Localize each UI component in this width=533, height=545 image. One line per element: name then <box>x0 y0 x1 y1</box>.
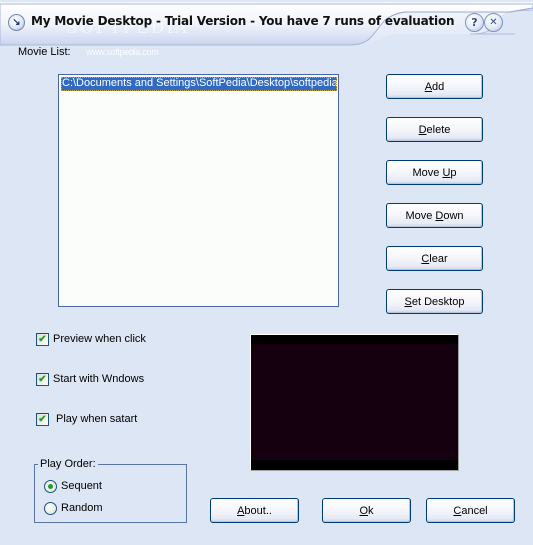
add-button[interactable]: Add <box>386 74 483 99</box>
sequent-radio[interactable] <box>44 480 57 493</box>
random-label[interactable]: Random <box>61 502 103 514</box>
video-preview[interactable] <box>250 334 459 471</box>
question-icon: ? <box>471 16 478 29</box>
play-order-group <box>34 464 187 523</box>
check-icon: ✔ <box>38 414 47 425</box>
move-down-button[interactable]: Move Down <box>386 203 483 228</box>
start-with-windows-checkbox[interactable]: ✔ <box>36 373 49 386</box>
about-button[interactable]: About.. <box>210 498 299 523</box>
random-radio[interactable] <box>44 502 57 515</box>
arrow-icon: ↘ <box>12 17 21 28</box>
start-with-windows-label[interactable]: Start with Wndows <box>53 373 144 385</box>
help-button[interactable]: ? <box>465 13 484 32</box>
list-item[interactable]: C:\Documents and Settings\SoftPedia\Desk… <box>61 77 337 91</box>
set-desktop-button[interactable]: Set Desktop <box>386 289 483 314</box>
delete-button[interactable]: Delete <box>386 117 483 142</box>
radio-dot-icon <box>48 484 53 489</box>
move-up-button[interactable]: Move Up <box>386 160 483 185</box>
clear-button[interactable]: Clear <box>386 246 483 271</box>
play-when-start-label[interactable]: Play when satart <box>56 413 137 425</box>
watermark-url: www.softpedia.com <box>86 47 159 57</box>
check-icon: ✔ <box>38 334 47 345</box>
play-when-start-checkbox[interactable]: ✔ <box>36 413 49 426</box>
close-icon: ✕ <box>489 17 498 28</box>
sequent-label[interactable]: Sequent <box>61 480 102 492</box>
preview-when-click-label[interactable]: Preview when click <box>53 333 146 345</box>
window-title: My Movie Desktop - Trial Version - You h… <box>31 14 455 28</box>
movie-listbox[interactable]: C:\Documents and Settings\SoftPedia\Desk… <box>58 74 339 307</box>
letterbox-top <box>251 335 458 344</box>
check-icon: ✔ <box>38 374 47 385</box>
ok-button[interactable]: Ok <box>322 498 411 523</box>
close-button[interactable]: ✕ <box>484 13 503 32</box>
cancel-button[interactable]: Cancel <box>426 498 515 523</box>
play-order-label: Play Order: <box>38 458 98 470</box>
preview-when-click-checkbox[interactable]: ✔ <box>36 333 49 346</box>
letterbox-bottom <box>251 460 458 470</box>
movie-list-label: Movie List: <box>18 46 71 58</box>
app-icon[interactable]: ↘ <box>8 14 25 31</box>
